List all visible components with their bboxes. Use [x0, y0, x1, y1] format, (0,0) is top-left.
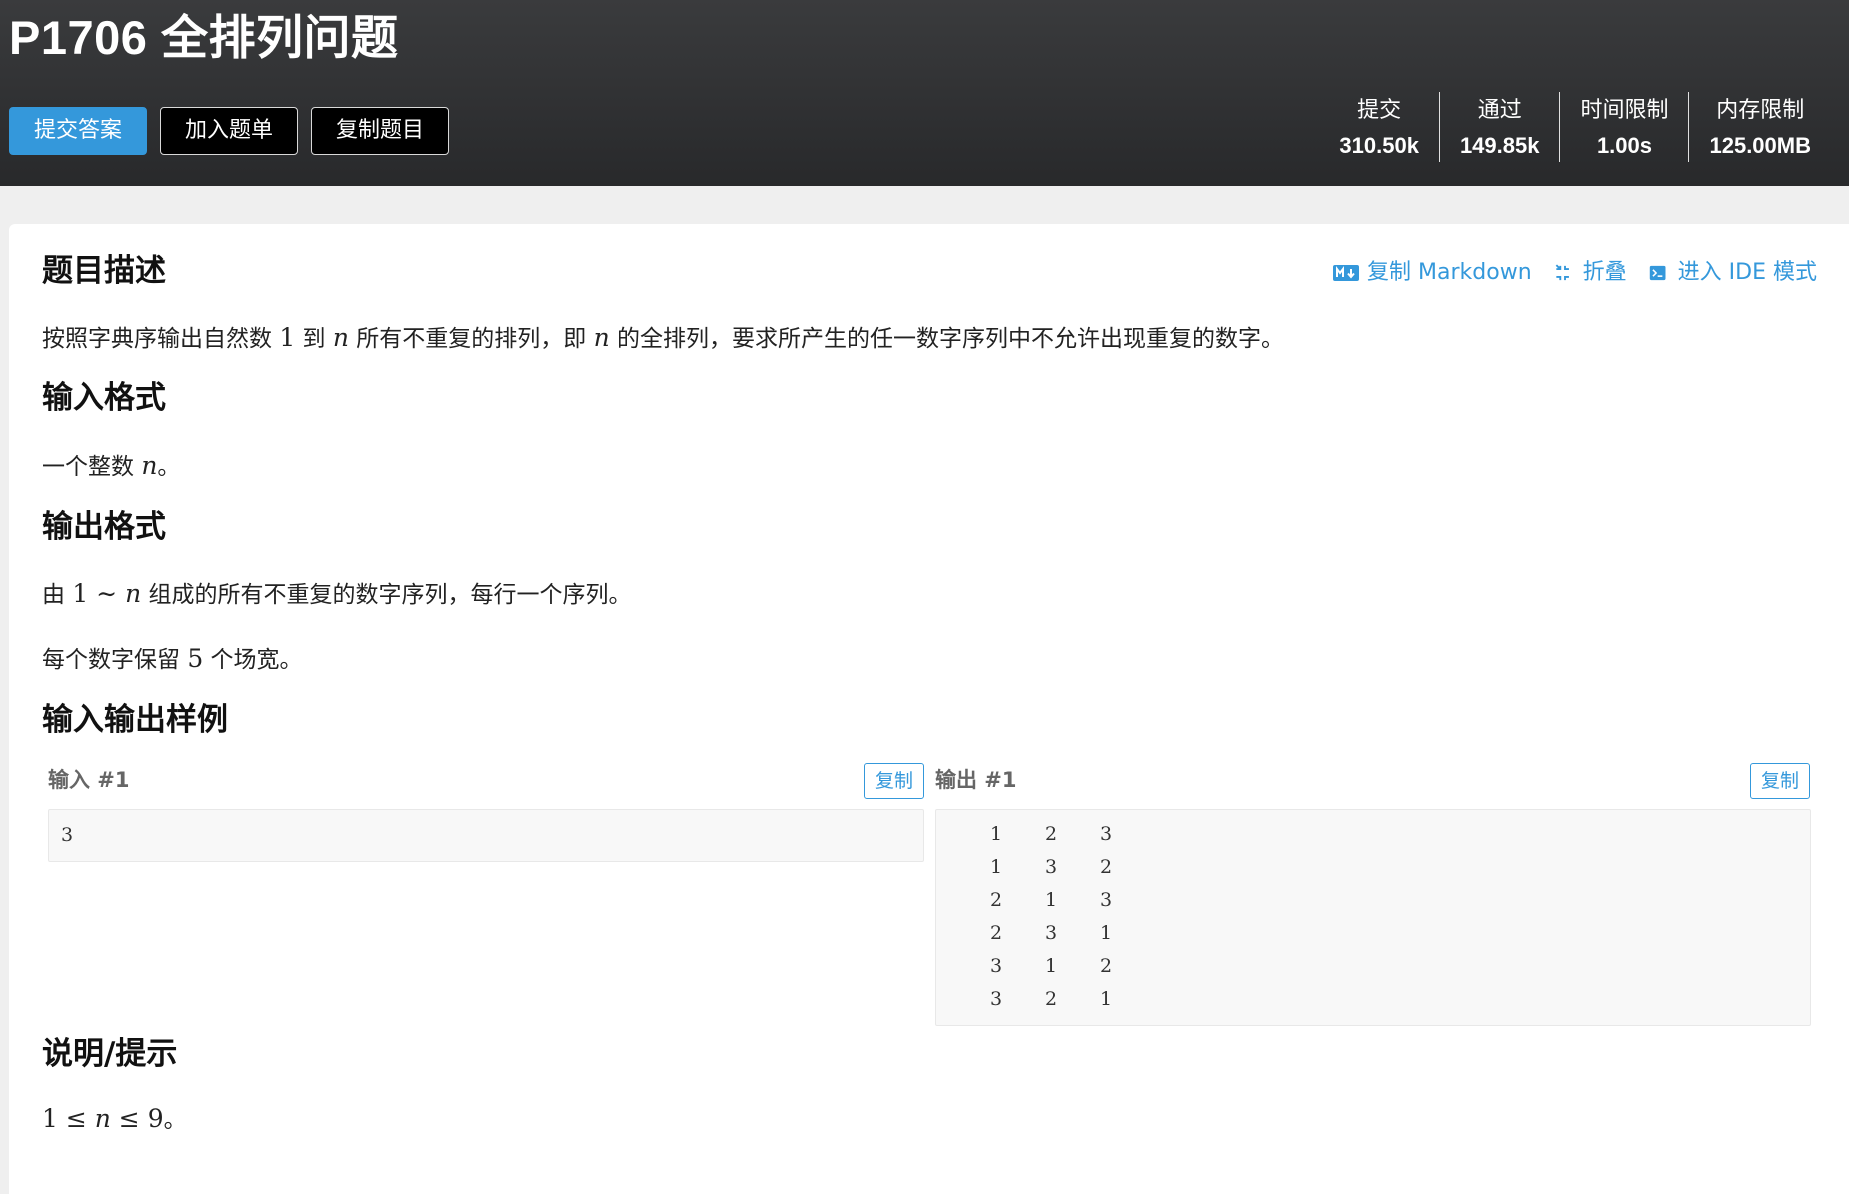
stat-value: 125.00MB [1709, 133, 1811, 158]
math-run: 1 ∼ [72, 579, 126, 608]
sample-output-line: 1 3 2 [936, 851, 1810, 884]
text-run: 所有不重复的排列，即 [348, 326, 594, 352]
sample-output-value: 3 [989, 988, 1003, 1010]
math-run: 1 ≤ [42, 1104, 95, 1133]
fold-label: 折叠 [1582, 260, 1627, 285]
sample-output-line: 2 1 3 [936, 884, 1810, 917]
card-actions: 复制 Markdown 折叠 进入 IDE 模式 [1332, 256, 1817, 290]
math-run: 5 [187, 644, 204, 673]
text-run: 组成的所有不重复的数字序列，每行一个序列。 [141, 582, 632, 608]
text-run: 的全排列，要求所产生的任一数字序列中不允许出现重复的数字。 [609, 326, 1284, 352]
copy-problem-button[interactable]: 复制题目 [311, 107, 450, 155]
math-run: n [141, 451, 158, 480]
ide-mode-link[interactable]: 进入 IDE 模式 [1649, 256, 1817, 290]
text-run: 每个数字保留 [42, 647, 188, 673]
text-run: 。 [157, 454, 181, 480]
stat-time-limit: 时间限制 1.00s [1559, 92, 1688, 162]
sample-output-value: 1 [1099, 988, 1113, 1010]
text-run: 个场宽。 [203, 647, 303, 673]
sample-output-label: 输出 #1 [935, 768, 1017, 792]
sample-output-value: 2 [989, 922, 1003, 944]
sample-output-value: 1 [1044, 955, 1058, 977]
problem-stats: 提交 310.50k 通过 149.85k 时间限制 1.00s 内存限制 12… [1319, 92, 1831, 162]
ide-mode-label: 进入 IDE 模式 [1677, 260, 1817, 285]
sample-output-value: 2 [1099, 955, 1113, 977]
text-run: 按照字典序输出自然数 [42, 326, 280, 352]
sample-input-box[interactable]: 3 [48, 809, 924, 862]
sample-input-label: 输入 #1 [48, 768, 130, 792]
sample-output-line: 2 3 1 [936, 917, 1810, 950]
submit-answer-button[interactable]: 提交答案 [9, 107, 148, 155]
sample-output-value: 1 [989, 823, 1003, 845]
sample-output-value: 2 [1044, 988, 1058, 1010]
output-format-text-1: 由 1 ∼ n 组成的所有不重复的数字序列，每行一个序列。 [42, 576, 631, 613]
add-to-list-button[interactable]: 加入题单 [160, 107, 299, 155]
stat-value: 1.00s [1596, 133, 1652, 158]
hint-text: 1 ≤ n ≤ 9。 [42, 1101, 187, 1138]
sample-output-value: 3 [1099, 889, 1113, 911]
copy-output-button[interactable]: 复制 [1750, 763, 1810, 799]
math-run: n [332, 323, 349, 352]
stat-memory-limit: 内存限制 125.00MB [1688, 92, 1831, 162]
sample-output-value: 2 [1044, 823, 1058, 845]
math-run: 1 [279, 323, 296, 352]
sample-output-line: 1 2 3 [936, 818, 1810, 851]
compress-icon [1555, 264, 1569, 281]
math-run: n [94, 1104, 111, 1133]
problem-header: P1706 全排列问题 提交答案 加入题单 复制题目 提交 310.50k 通过… [0, 0, 1849, 186]
description-text: 按照字典序输出自然数 1 到 n 所有不重复的排列，即 n 的全排列，要求所产生… [42, 320, 1284, 357]
sample-output-value: 3 [1099, 823, 1113, 845]
copy-markdown-link[interactable]: 复制 Markdown [1332, 256, 1532, 290]
sample-output-value: 1 [1044, 889, 1058, 911]
terminal-icon [1649, 265, 1666, 281]
copy-markdown-label: 复制 Markdown [1367, 260, 1532, 285]
page-title: P1706 全排列问题 [9, 11, 399, 64]
description-heading: 题目描述 [42, 253, 166, 289]
math-run: ≤ 9 [110, 1104, 164, 1133]
samples-heading: 输入输出样例 [42, 702, 228, 738]
stat-submissions: 提交 310.50k [1319, 92, 1439, 162]
stat-label: 内存限制 [1716, 98, 1805, 123]
text-run: 由 [42, 582, 73, 608]
stat-accepted: 通过 149.85k [1438, 92, 1560, 162]
fold-link[interactable]: 折叠 [1554, 256, 1627, 290]
output-format-text-2: 每个数字保留 5 个场宽。 [42, 641, 303, 678]
text-run: 。 [163, 1107, 187, 1133]
copy-input-button[interactable]: 复制 [864, 763, 924, 799]
sample-output-line: 3 2 1 [936, 983, 1810, 1016]
stat-label: 通过 [1477, 98, 1522, 123]
problem-card: 复制 Markdown 折叠 进入 IDE 模式 题目描述 按照字典序输出自然数… [9, 224, 1849, 1194]
sample-output-value: 2 [1099, 856, 1113, 878]
sample-output-value: 3 [1044, 922, 1058, 944]
sample-output-value: 3 [989, 955, 1003, 977]
input-format-heading: 输入格式 [42, 380, 166, 416]
header-button-group: 提交答案 加入题单 复制题目 [9, 107, 450, 155]
stat-label: 时间限制 [1580, 98, 1669, 123]
sample-output-value: 1 [1099, 922, 1113, 944]
hint-heading: 说明/提示 [42, 1036, 178, 1072]
sample-output-value: 2 [989, 889, 1003, 911]
text-run: 一个整数 [42, 454, 142, 480]
stat-label: 提交 [1357, 98, 1402, 123]
input-format-text: 一个整数 n。 [42, 448, 180, 485]
sample-output-box[interactable]: 1 2 3 1 3 2 2 1 3 2 3 1 3 1 2 3 2 1 [935, 809, 1811, 1026]
sample-output-value: 3 [1044, 856, 1058, 878]
math-run: n [593, 323, 610, 352]
sample-output-line: 3 1 2 [936, 950, 1810, 983]
stat-value: 149.85k [1459, 133, 1540, 158]
stat-value: 310.50k [1339, 133, 1419, 158]
sample-input-text: 3 [61, 824, 74, 846]
output-format-heading: 输出格式 [42, 509, 166, 545]
text-run: 到 [295, 326, 333, 352]
math-run: n [125, 579, 142, 608]
sample-output-value: 1 [989, 856, 1003, 878]
markdown-icon [1333, 265, 1360, 281]
